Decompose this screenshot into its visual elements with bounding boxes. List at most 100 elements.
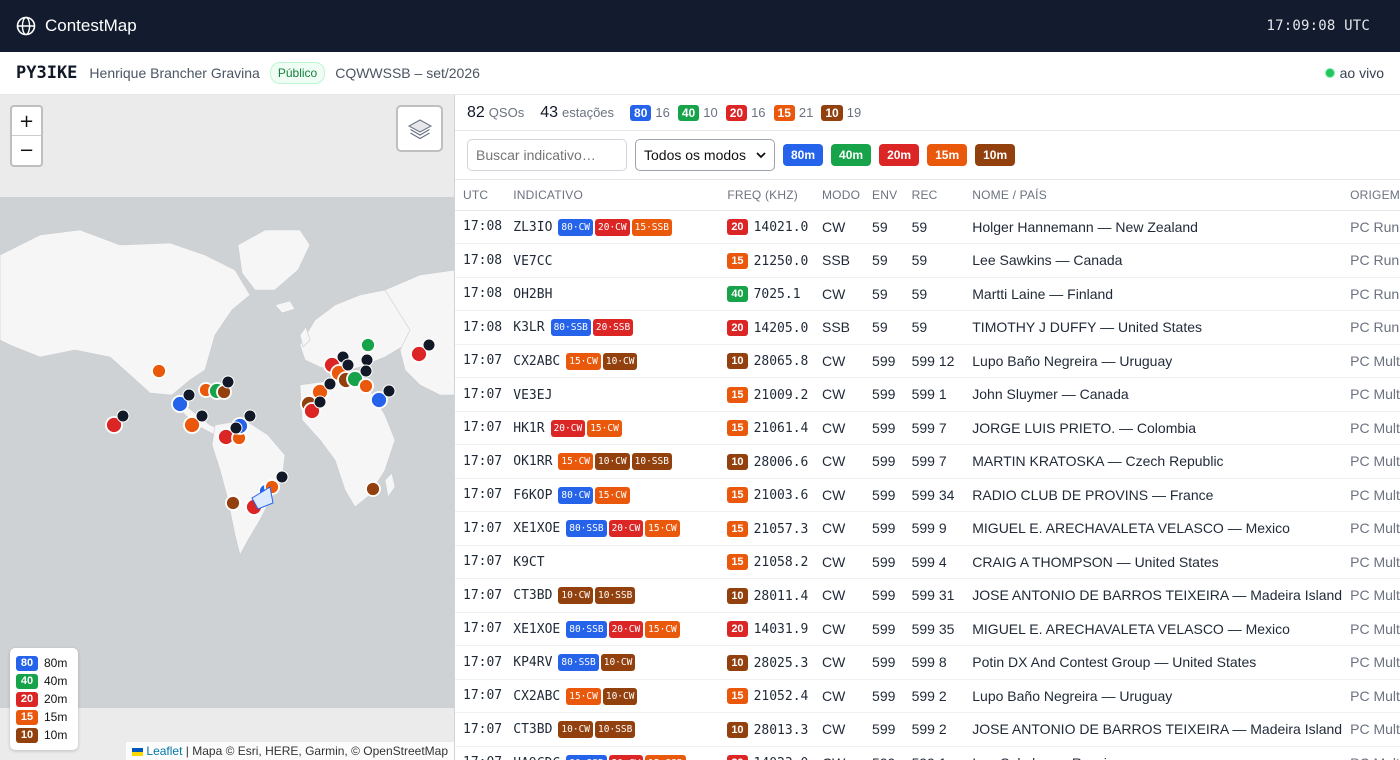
- freq-text: 21057.3: [753, 521, 809, 537]
- table-row[interactable]: 17:08 K3LR 80·SSB 20·SSB 20 14205.0 SSB 59 59 TIM…: [455, 310, 1400, 345]
- cell-sent: 599: [864, 679, 904, 713]
- freq-text: 14205.0: [753, 320, 809, 336]
- col-utc[interactable]: UTC: [455, 180, 506, 211]
- band-mode-tag: 80·CW: [558, 486, 594, 504]
- band-chip: 10: [727, 353, 748, 370]
- col-freq[interactable]: FREQ (KHZ): [719, 180, 814, 211]
- cell-utc: 17:08: [455, 210, 506, 244]
- table-row[interactable]: 17:07 KP4RV 80·SSB 10·CW 10 28025.3 CW 599 599 8…: [455, 645, 1400, 680]
- table-row[interactable]: 17:07 VE3EJ 15 21009.2 CW 599 599 1 John Sluyme…: [455, 377, 1400, 412]
- cell-utc: 17:07: [455, 377, 506, 412]
- table-row[interactable]: 17:07 OK1RR 15·CW 10·CW 10·SSB 10 28006.6 CW 599…: [455, 444, 1400, 479]
- cell-sent: 59: [864, 243, 904, 278]
- cluster-count: [360, 353, 374, 367]
- station-bar: PY3IKE Henrique Brancher Gravina Público…: [0, 52, 1400, 95]
- band-mode-tag: 15·CW: [558, 453, 594, 471]
- qso-marker: [225, 495, 241, 511]
- col-mode[interactable]: MODO: [813, 180, 865, 211]
- cell-sent: 599: [864, 645, 904, 680]
- cell-name-country: Igor Sokolov — Russia: [964, 746, 1343, 760]
- band-filter-40m[interactable]: 40m: [831, 144, 872, 166]
- layers-button[interactable]: [396, 105, 443, 152]
- callsign-text: KP4RV: [513, 655, 553, 671]
- qso-table-body: 17:08 ZL3IO 80·CW 20·CW 15·SSB 20 14021.0 CW 59 5…: [455, 210, 1400, 760]
- attribution-text: | Mapa © Esri, HERE, Garmin, © OpenStree…: [182, 744, 448, 758]
- col-sent[interactable]: ENV: [864, 180, 904, 211]
- table-row[interactable]: 17:07 CX2ABC 15·CW 10·CW 15 21052.4 CW 599 599 2…: [455, 679, 1400, 713]
- cell-mode: CW: [813, 746, 865, 760]
- cell-freq: 15 21052.4: [719, 679, 814, 713]
- callsign-text: F6KOP: [513, 487, 553, 503]
- leaflet-link[interactable]: Leaflet: [146, 744, 182, 758]
- cell-name-country: Martti Laine — Finland: [964, 277, 1343, 311]
- table-row[interactable]: 17:07 CT3BD 10·CW 10·SSB 10 28013.3 CW 599 599 2…: [455, 712, 1400, 747]
- band-mode-tag: 15·CW: [566, 687, 601, 705]
- table-row[interactable]: 17:08 ZL3IO 80·CW 20·CW 15·SSB 20 14021.0 CW 59 5…: [455, 210, 1400, 244]
- band-mode-tag: 80·CW: [558, 218, 594, 236]
- band-mode-tag: 10·CW: [595, 453, 630, 471]
- callsign-text: UA9CDC: [513, 756, 560, 760]
- col-origin[interactable]: ORIGEM: [1342, 180, 1400, 211]
- cell-mode: CW: [813, 411, 865, 445]
- col-rcvd[interactable]: REC: [903, 180, 965, 211]
- table-row[interactable]: 17:07 K9CT 15 21058.2 CW 599 599 4 CRAIG A THOM…: [455, 545, 1400, 579]
- cell-utc: 17:07: [455, 746, 506, 760]
- brand[interactable]: ContestMap: [16, 16, 137, 36]
- cell-sent: 59: [864, 210, 904, 244]
- table-row[interactable]: 17:07 HK1R 20·CW 15·CW 15 21061.4 CW 599 599 7 JO…: [455, 411, 1400, 445]
- layers-icon: [407, 118, 432, 139]
- zoom-in-button[interactable]: +: [12, 107, 41, 136]
- cell-sent: 599: [864, 578, 904, 613]
- table-row[interactable]: 17:07 XE1XOE 80·SSB 20·CW 15·CW 20 14031.9 CW 59…: [455, 612, 1400, 646]
- cell-freq: 10 28013.3: [719, 712, 814, 747]
- table-row[interactable]: 17:07 F6KOP 80·CW 15·CW 15 21003.6 CW 599 599 34…: [455, 478, 1400, 512]
- band-mode-tag: 80·SSB: [566, 754, 607, 760]
- col-name-country[interactable]: NOME / PAÍS: [964, 180, 1343, 211]
- cell-rcvd: 599 7: [903, 444, 965, 479]
- freq-text: 21061.4: [753, 421, 809, 437]
- table-row[interactable]: 17:08 VE7CC 15 21250.0 SSB 59 59 Lee Sawkins — …: [455, 243, 1400, 278]
- callsign-text: K3LR: [513, 320, 545, 336]
- station-callsign: PY3IKE: [16, 63, 78, 83]
- band-stat-80: 80 16: [630, 104, 670, 121]
- cell-mode: SSB: [813, 310, 865, 345]
- freq-text: 7025.1: [753, 287, 801, 303]
- map[interactable]: + − 80 80m 40 40m 20 20m 15 15m 10 10m Leafle…: [0, 95, 455, 760]
- legend-chip: 20: [16, 691, 38, 707]
- legend-label: 40m: [44, 674, 68, 688]
- table-row[interactable]: 17:07UA9CDC80·SSB20·CW15·SSB2014023.0CW5…: [455, 746, 1400, 760]
- zoom-control: + −: [10, 105, 43, 167]
- table-row[interactable]: 17:08 OH2BH 40 7025.1 CW 59 59 Martti Laine — F…: [455, 277, 1400, 311]
- cell-callsign: CT3BD 10·CW 10·SSB: [505, 712, 720, 747]
- table-row[interactable]: 17:07 XE1XOE 80·SSB 20·CW 15·CW 15 21057.3 CW 59…: [455, 511, 1400, 546]
- cell-callsign: OH2BH: [505, 277, 720, 311]
- cell-origin: PC Mult: [1342, 645, 1400, 680]
- mode-select[interactable]: Todos os modos: [635, 139, 775, 171]
- freq-text: 28006.6: [753, 454, 809, 470]
- freq-text: 28025.3: [753, 655, 809, 671]
- cluster-count: [195, 409, 209, 423]
- cell-utc: 17:07: [455, 679, 506, 713]
- zoom-out-button[interactable]: −: [12, 136, 41, 165]
- legend-label: 10m: [44, 728, 68, 742]
- cell-utc: 17:07: [455, 344, 506, 378]
- cell-name-country: Lee Sawkins — Canada: [964, 243, 1343, 278]
- band-filter-20m[interactable]: 20m: [879, 144, 920, 166]
- table-row[interactable]: 17:07 CX2ABC 15·CW 10·CW 10 28065.8 CW 599 599 1…: [455, 344, 1400, 378]
- cluster-count: [229, 421, 243, 435]
- cell-freq: 20 14021.0: [719, 210, 814, 244]
- table-row[interactable]: 17:07 CT3BD 10·CW 10·SSB 10 28011.4 CW 599 599 3…: [455, 578, 1400, 613]
- callsign-search-input[interactable]: [467, 139, 627, 171]
- band-chip: 15: [727, 252, 748, 269]
- band-filter-80m[interactable]: 80m: [783, 144, 824, 166]
- band-filter-10m[interactable]: 10m: [975, 144, 1016, 166]
- cluster-count: [221, 375, 235, 389]
- callsign-text: CT3BD: [513, 722, 553, 738]
- band-mode-tag: 15·CW: [587, 419, 622, 437]
- band-stat-40: 40 10: [677, 104, 718, 121]
- band-stat-count: 21: [798, 105, 814, 120]
- band-filter-15m[interactable]: 15m: [927, 144, 968, 166]
- col-callsign[interactable]: INDICATIVO: [505, 180, 720, 211]
- cell-callsign: CX2ABC 15·CW 10·CW: [505, 679, 720, 713]
- legend-row-80: 80 80m: [16, 654, 72, 672]
